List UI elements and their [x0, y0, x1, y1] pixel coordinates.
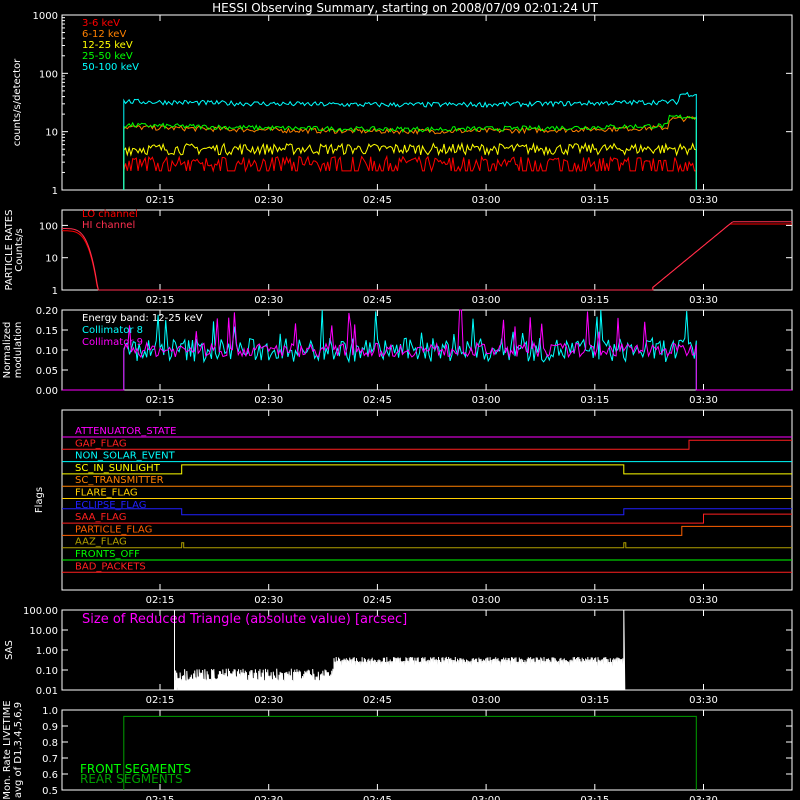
legend-entry: 6-12 keV — [82, 29, 126, 40]
time-tick-label: 03:00 — [472, 795, 501, 800]
time-tick-label: 03:15 — [580, 695, 609, 706]
flag-label: FLARE_FLAG — [75, 488, 138, 499]
flag-label: SC_TRANSMITTER — [75, 475, 164, 486]
legend-entry: 3-6 keV — [82, 18, 120, 29]
figure-title: HESSI Observing Summary, starting on 200… — [212, 1, 598, 15]
sas-filled-area — [333, 668, 624, 690]
time-tick-label: 02:45 — [363, 795, 392, 800]
y-tick-label: 10 — [45, 254, 58, 265]
flag-label: SC_IN_SUNLIGHT — [75, 463, 161, 474]
time-tick-label: 02:30 — [254, 295, 283, 306]
time-tick-label: 02:30 — [254, 595, 283, 606]
time-tick-label: 03:30 — [689, 395, 718, 406]
legend-entry: Collimator 8 — [82, 325, 143, 336]
flag-label: SAA_FLAG — [75, 512, 126, 523]
y-axis-label: counts/s/detector — [12, 58, 23, 146]
time-tick-label: 03:00 — [472, 595, 501, 606]
energy-band-annotation: Energy band: 12-25 keV — [82, 313, 203, 324]
y-tick-label: 0.9 — [42, 722, 58, 733]
time-tick-label: 02:15 — [146, 295, 175, 306]
time-tick-label: 03:15 — [580, 295, 609, 306]
y-tick-label: 1000 — [33, 11, 58, 22]
y-tick-label: 0.10 — [36, 346, 58, 357]
time-tick-label: 02:30 — [254, 695, 283, 706]
time-tick-label: 02:45 — [363, 595, 392, 606]
y-tick-label: 0.20 — [36, 306, 58, 317]
time-tick-label: 03:30 — [689, 195, 718, 206]
legend-entry: 12-25 keV — [82, 40, 133, 51]
y-tick-label: 0.10 — [36, 666, 58, 677]
y-axis-label: SAS — [4, 640, 15, 660]
y-tick-label: 0.01 — [36, 686, 58, 697]
y-tick-label: 0.5 — [42, 786, 58, 797]
time-tick-label: 03:00 — [472, 395, 501, 406]
legend-entry: 25-50 keV — [82, 51, 133, 62]
y-tick-label: 1.0 — [42, 706, 58, 717]
time-tick-label: 03:15 — [580, 195, 609, 206]
flag-label: BAD_PACKETS — [75, 561, 146, 572]
time-tick-label: 02:45 — [363, 695, 392, 706]
time-tick-label: 03:00 — [472, 195, 501, 206]
time-tick-label: 03:30 — [689, 595, 718, 606]
y-tick-label: 0.15 — [36, 326, 58, 337]
y-axis-label: Mon. Rate LIVETIME — [2, 700, 13, 799]
time-tick-label: 03:15 — [580, 395, 609, 406]
y-tick-label: 100 — [39, 221, 58, 232]
time-tick-label: 03:30 — [689, 295, 718, 306]
time-tick-label: 02:15 — [146, 695, 175, 706]
y-tick-label: 1 — [52, 186, 58, 197]
time-tick-label: 02:45 — [363, 395, 392, 406]
time-tick-label: 02:30 — [254, 195, 283, 206]
time-tick-label: 02:15 — [146, 395, 175, 406]
flag-label: GAP_FLAG — [75, 438, 127, 449]
flag-label: NON_SOLAR_EVENT — [75, 451, 176, 462]
flag-label: AAZ_FLAG — [75, 537, 127, 548]
y-tick-label: 100 — [39, 69, 58, 80]
flag-label: PARTICLE_FLAG — [75, 524, 152, 535]
flag-label: FRONTS_OFF — [75, 549, 140, 560]
legend-entry: HI channel — [82, 220, 135, 231]
y-tick-label: 1.00 — [36, 646, 58, 657]
y-tick-label: 0.6 — [42, 770, 58, 781]
legend-entry: LO channel — [82, 209, 138, 220]
legend-entry: REAR SEGMENTS — [80, 772, 183, 786]
y-tick-label: 0.05 — [36, 366, 58, 377]
time-tick-label: 02:45 — [363, 195, 392, 206]
time-tick-label: 02:45 — [363, 295, 392, 306]
time-tick-label: 02:30 — [254, 395, 283, 406]
y-axis-label: Normalized — [2, 322, 13, 379]
time-tick-label: 03:30 — [689, 695, 718, 706]
legend-entry: Collimator 9 — [82, 337, 143, 348]
y-tick-label: 10 — [45, 128, 58, 139]
time-tick-label: 03:15 — [580, 795, 609, 800]
time-tick-label: 03:15 — [580, 595, 609, 606]
time-tick-label: 03:30 — [689, 795, 718, 800]
legend-entry: 50-100 keV — [82, 62, 139, 73]
time-tick-label: 02:15 — [146, 795, 175, 800]
flag-label: ATTENUATOR_STATE — [75, 426, 176, 437]
time-tick-label: 03:00 — [472, 295, 501, 306]
sas-annotation: Size of Reduced Triangle (absolute value… — [82, 612, 407, 627]
time-tick-label: 02:15 — [146, 595, 175, 606]
time-tick-label: 03:00 — [472, 695, 501, 706]
y-axis-label: Flags — [34, 487, 45, 513]
y-axis-label-2: Counts/s — [14, 228, 25, 272]
y-tick-label: 0.00 — [36, 386, 58, 397]
y-axis-label-2: avg of D1,3,4,5,6,9 — [13, 702, 24, 798]
time-tick-label: 02:30 — [254, 795, 283, 800]
y-tick-label: 0.7 — [42, 754, 58, 765]
y-axis-label-2: modulation — [13, 322, 24, 379]
y-tick-label: 10.00 — [29, 626, 58, 637]
y-tick-label: 100.00 — [23, 606, 58, 617]
time-tick-label: 02:15 — [146, 195, 175, 206]
y-tick-label: 0.8 — [42, 738, 58, 749]
hessi-summary-plot: HESSI Observing Summary, starting on 200… — [0, 0, 800, 800]
y-tick-label: 1 — [52, 286, 58, 297]
sas-filled-area — [180, 683, 334, 690]
